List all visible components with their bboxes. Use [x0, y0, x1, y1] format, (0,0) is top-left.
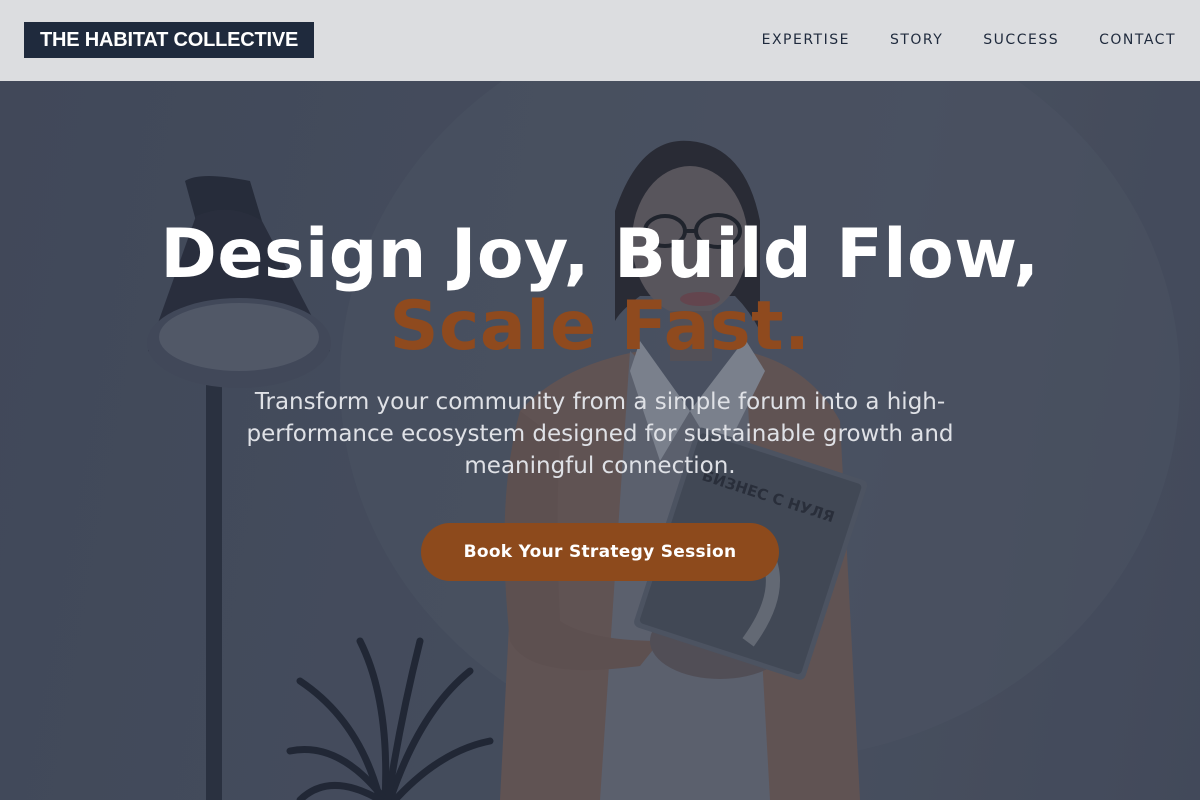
site-logo[interactable]: THE HABITAT COLLECTIVE: [24, 22, 315, 58]
nav-link-story[interactable]: STORY: [890, 31, 943, 49]
book-strategy-session-button[interactable]: Book Your Strategy Session: [421, 523, 779, 581]
hero-headline: Design Joy, Build Flow, Scale Fast.: [0, 219, 1200, 363]
nav-link-expertise[interactable]: EXPERTISE: [762, 31, 850, 49]
headline-line-2: Scale Fast.: [389, 287, 811, 366]
main-nav: EXPERTISE STORY SUCCESS CONTACT: [762, 31, 1176, 49]
hero-subtitle: Transform your community from a simple f…: [246, 389, 954, 479]
site-header: THE HABITAT COLLECTIVE EXPERTISE STORY S…: [0, 0, 1200, 81]
headline-line-1: Design Joy, Build Flow,: [160, 215, 1040, 294]
nav-link-success[interactable]: SUCCESS: [983, 31, 1059, 49]
hero-content: Design Joy, Build Flow, Scale Fast. Tran…: [0, 81, 1200, 800]
nav-link-contact[interactable]: CONTACT: [1099, 31, 1176, 49]
